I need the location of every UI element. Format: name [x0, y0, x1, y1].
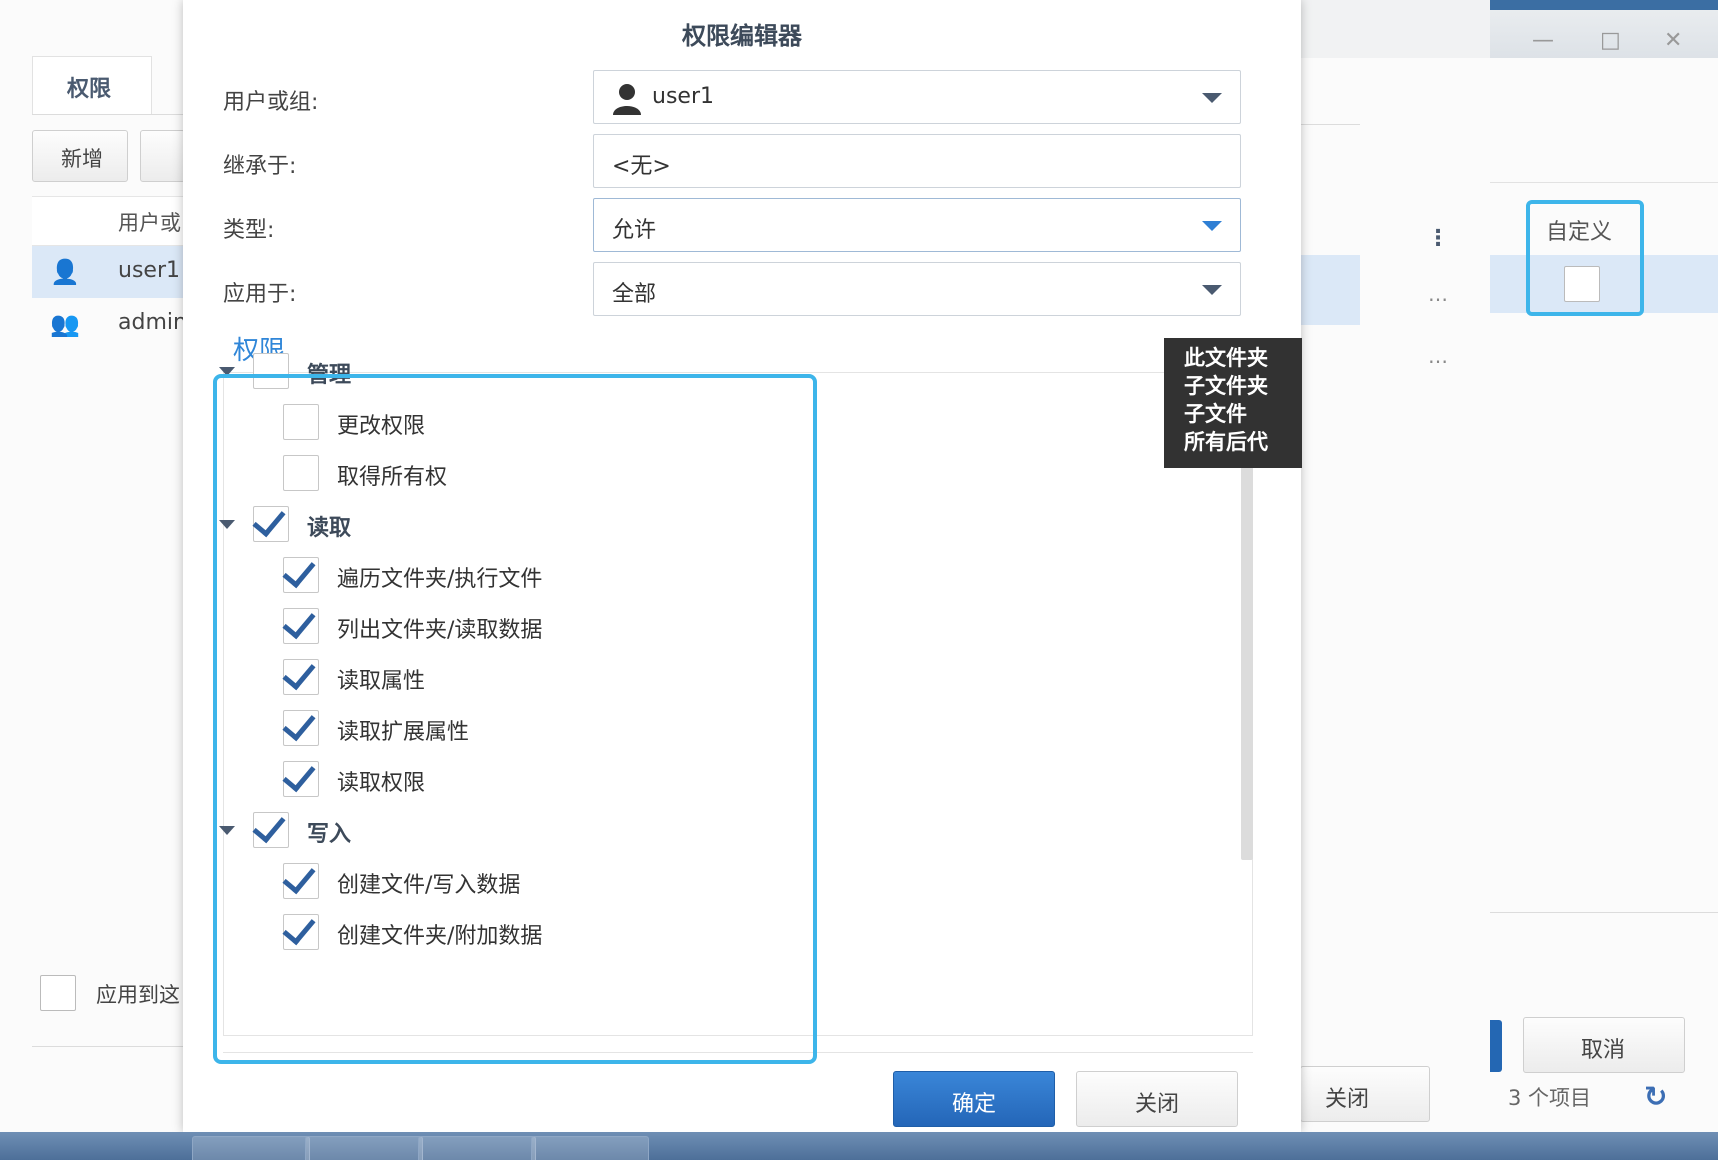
background-close-label: 关闭	[1325, 1087, 1370, 1112]
window-top	[1300, 0, 1490, 58]
scrollbar[interactable]	[1241, 460, 1253, 860]
background-window-left: 权限 新增 用户或 👤 user1 👥 admin 应用到这	[0, 0, 187, 1132]
close-button[interactable]: 关闭	[1076, 1071, 1238, 1127]
taskbar-item[interactable]	[418, 1136, 536, 1160]
apply-to-label: 应用于:	[223, 282, 297, 307]
inherit-from-field: <无>	[593, 134, 1241, 188]
tab-label: 权限	[67, 77, 112, 102]
user-icon	[610, 81, 644, 119]
apply-to-checkbox-row[interactable]: 应用到这	[40, 975, 185, 1015]
ok-button[interactable]: 确定	[893, 1071, 1055, 1127]
user-or-group-select[interactable]: user1	[593, 70, 1241, 124]
list-item-name: admin	[118, 310, 187, 335]
column-header: 用户或	[32, 196, 185, 246]
column-header-label: 用户或	[118, 211, 181, 235]
background-window-right: — □ ✕ ⋮ … …	[1300, 0, 1718, 1132]
tooltip-line: 子文件夹	[1184, 374, 1268, 398]
chevron-down-icon[interactable]	[1202, 285, 1222, 295]
footer-divider	[1490, 912, 1718, 913]
maximize-icon[interactable]: □	[1600, 28, 1621, 53]
permissions-highlight	[213, 374, 817, 1064]
taskbar-item[interactable]	[192, 1136, 310, 1160]
user-or-group-value: user1	[652, 84, 714, 109]
custom-column-label: 自定义	[1546, 220, 1613, 245]
more-options-icon[interactable]: ⋮	[1427, 226, 1449, 251]
tooltip-line: 所有后代	[1184, 430, 1268, 454]
apply-label: 应用到这	[96, 983, 180, 1007]
type-label: 类型:	[223, 218, 275, 243]
inherit-from-value: <无>	[612, 154, 671, 179]
selected-row	[1300, 255, 1360, 325]
truncated-text: …	[1428, 344, 1448, 368]
divider	[1490, 182, 1718, 183]
group-icon: 👥	[50, 310, 80, 338]
tab-divider	[32, 114, 185, 115]
list-item[interactable]: 👤 user1	[32, 246, 185, 298]
chevron-down-icon[interactable]	[1202, 221, 1222, 231]
type-value: 允许	[612, 218, 657, 243]
tab-permissions[interactable]: 权限	[32, 56, 152, 114]
refresh-icon[interactable]: ↻	[1644, 1080, 1667, 1113]
cancel-button[interactable]: 取消	[1523, 1017, 1685, 1073]
apply-to-value: 全部	[612, 282, 657, 307]
primary-button-partial[interactable]	[1490, 1020, 1502, 1072]
dialog-title: 权限编辑器	[682, 22, 802, 50]
apply-to-select[interactable]: 全部	[593, 262, 1241, 316]
user-or-group-label: 用户或组:	[223, 90, 319, 115]
background-close-button[interactable]: 关闭	[1300, 1066, 1430, 1122]
apply-to-tooltip: 此文件夹 子文件夹 子文件 所有后代	[1164, 338, 1302, 468]
add-button-label: 新增	[61, 147, 103, 171]
chevron-down-icon[interactable]	[1202, 93, 1222, 103]
close-icon[interactable]: ✕	[1664, 28, 1682, 53]
list-item-name: user1	[118, 258, 180, 283]
taskbar	[0, 1132, 1718, 1160]
window-titlebar: — □ ✕	[1490, 0, 1718, 58]
tooltip-line: 子文件	[1184, 402, 1247, 426]
apply-checkbox[interactable]	[40, 975, 76, 1011]
inherit-from-label: 继承于:	[223, 154, 297, 179]
cancel-button-label: 取消	[1581, 1038, 1626, 1063]
truncated-text: …	[1428, 282, 1448, 306]
footer-divider	[32, 1046, 185, 1047]
minimize-icon[interactable]: —	[1532, 28, 1554, 53]
list-item[interactable]: 👥 admin	[32, 298, 187, 350]
user-icon: 👤	[50, 258, 80, 286]
divider	[1300, 124, 1360, 125]
custom-checkbox[interactable]	[1564, 266, 1600, 302]
tooltip-line: 此文件夹	[1184, 346, 1268, 370]
add-button[interactable]: 新增	[32, 130, 128, 182]
custom-column-highlight: 自定义	[1526, 200, 1644, 316]
taskbar-item[interactable]	[305, 1136, 423, 1160]
taskbar-item[interactable]	[531, 1136, 649, 1160]
item-count: 3 个项目	[1508, 1086, 1592, 1110]
toolbar-button-partial[interactable]	[140, 130, 185, 182]
type-select[interactable]: 允许	[593, 198, 1241, 252]
